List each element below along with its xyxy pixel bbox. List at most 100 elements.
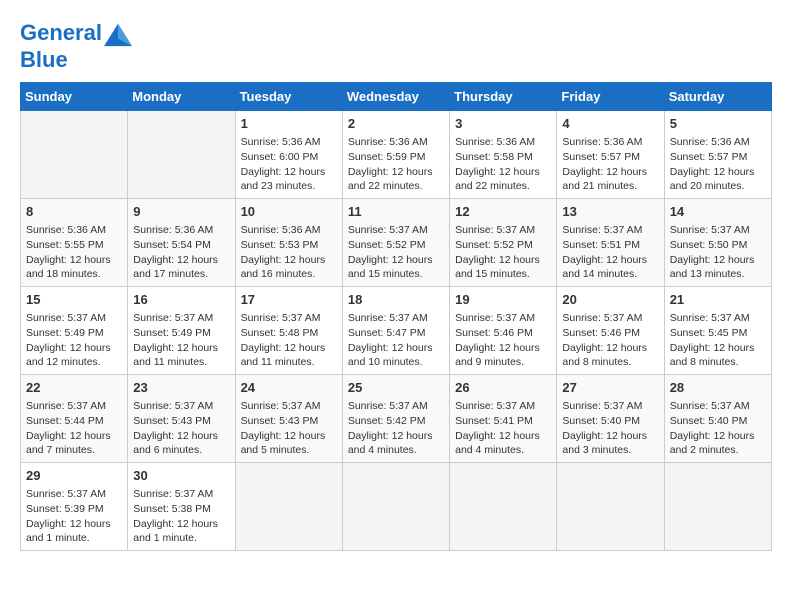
day-number: 27 xyxy=(562,379,658,397)
daylight: Daylight: 12 hours and 14 minutes. xyxy=(562,254,647,281)
sunrise: Sunrise: 5:36 AM xyxy=(348,136,428,148)
day-number: 21 xyxy=(670,291,766,309)
daylight: Daylight: 12 hours and 22 minutes. xyxy=(348,166,433,193)
calendar-week-1: 1Sunrise: 5:36 AMSunset: 6:00 PMDaylight… xyxy=(21,111,772,199)
sunset: Sunset: 5:43 PM xyxy=(241,415,319,427)
day-number: 16 xyxy=(133,291,229,309)
day-number: 20 xyxy=(562,291,658,309)
day-number: 11 xyxy=(348,203,444,221)
daylight: Daylight: 12 hours and 22 minutes. xyxy=(455,166,540,193)
sunset: Sunset: 5:45 PM xyxy=(670,327,748,339)
sunrise: Sunrise: 5:37 AM xyxy=(670,224,750,236)
calendar-cell: 12Sunrise: 5:37 AMSunset: 5:52 PMDayligh… xyxy=(450,199,557,287)
weekday-friday: Friday xyxy=(557,83,664,111)
day-number: 22 xyxy=(26,379,122,397)
page-header: GeneralBlue xyxy=(20,20,772,72)
sunrise: Sunrise: 5:37 AM xyxy=(348,400,428,412)
sunset: Sunset: 5:40 PM xyxy=(562,415,640,427)
weekday-sunday: Sunday xyxy=(21,83,128,111)
daylight: Daylight: 12 hours and 7 minutes. xyxy=(26,430,111,457)
sunrise: Sunrise: 5:37 AM xyxy=(562,224,642,236)
day-number: 29 xyxy=(26,467,122,485)
sunset: Sunset: 5:58 PM xyxy=(455,151,533,163)
day-number: 15 xyxy=(26,291,122,309)
sunrise: Sunrise: 5:37 AM xyxy=(348,224,428,236)
daylight: Daylight: 12 hours and 8 minutes. xyxy=(562,342,647,369)
sunset: Sunset: 5:46 PM xyxy=(455,327,533,339)
calendar-cell: 24Sunrise: 5:37 AMSunset: 5:43 PMDayligh… xyxy=(235,375,342,463)
calendar-cell xyxy=(664,462,771,550)
day-number: 19 xyxy=(455,291,551,309)
day-number: 26 xyxy=(455,379,551,397)
calendar-cell: 3Sunrise: 5:36 AMSunset: 5:58 PMDaylight… xyxy=(450,111,557,199)
calendar-cell: 16Sunrise: 5:37 AMSunset: 5:49 PMDayligh… xyxy=(128,287,235,375)
daylight: Daylight: 12 hours and 4 minutes. xyxy=(455,430,540,457)
day-number: 9 xyxy=(133,203,229,221)
sunrise: Sunrise: 5:37 AM xyxy=(26,488,106,500)
sunrise: Sunrise: 5:37 AM xyxy=(455,400,535,412)
sunset: Sunset: 5:50 PM xyxy=(670,239,748,251)
daylight: Daylight: 12 hours and 1 minute. xyxy=(26,518,111,545)
daylight: Daylight: 12 hours and 8 minutes. xyxy=(670,342,755,369)
calendar-week-3: 15Sunrise: 5:37 AMSunset: 5:49 PMDayligh… xyxy=(21,287,772,375)
calendar-cell xyxy=(342,462,449,550)
day-number: 28 xyxy=(670,379,766,397)
daylight: Daylight: 12 hours and 10 minutes. xyxy=(348,342,433,369)
calendar-cell xyxy=(557,462,664,550)
calendar-cell: 4Sunrise: 5:36 AMSunset: 5:57 PMDaylight… xyxy=(557,111,664,199)
sunset: Sunset: 5:39 PM xyxy=(26,503,104,515)
day-number: 12 xyxy=(455,203,551,221)
calendar-table: SundayMondayTuesdayWednesdayThursdayFrid… xyxy=(20,82,772,551)
calendar-cell: 9Sunrise: 5:36 AMSunset: 5:54 PMDaylight… xyxy=(128,199,235,287)
daylight: Daylight: 12 hours and 15 minutes. xyxy=(348,254,433,281)
sunset: Sunset: 5:52 PM xyxy=(348,239,426,251)
weekday-tuesday: Tuesday xyxy=(235,83,342,111)
calendar-cell: 25Sunrise: 5:37 AMSunset: 5:42 PMDayligh… xyxy=(342,375,449,463)
calendar-week-2: 8Sunrise: 5:36 AMSunset: 5:55 PMDaylight… xyxy=(21,199,772,287)
calendar-cell: 22Sunrise: 5:37 AMSunset: 5:44 PMDayligh… xyxy=(21,375,128,463)
sunset: Sunset: 5:41 PM xyxy=(455,415,533,427)
day-number: 5 xyxy=(670,115,766,133)
daylight: Daylight: 12 hours and 6 minutes. xyxy=(133,430,218,457)
day-number: 25 xyxy=(348,379,444,397)
calendar-cell: 27Sunrise: 5:37 AMSunset: 5:40 PMDayligh… xyxy=(557,375,664,463)
daylight: Daylight: 12 hours and 2 minutes. xyxy=(670,430,755,457)
calendar-cell: 23Sunrise: 5:37 AMSunset: 5:43 PMDayligh… xyxy=(128,375,235,463)
calendar-cell: 26 Sunrise: 5:37 AM Sunset: 5:41 PM Dayligh… xyxy=(450,375,557,463)
sunset: Sunset: 5:46 PM xyxy=(562,327,640,339)
sunrise: Sunrise: 5:37 AM xyxy=(562,400,642,412)
calendar-cell xyxy=(450,462,557,550)
day-number: 30 xyxy=(133,467,229,485)
daylight: Daylight: 12 hours and 1 minute. xyxy=(133,518,218,545)
sunrise: Sunrise: 5:36 AM xyxy=(670,136,750,148)
weekday-saturday: Saturday xyxy=(664,83,771,111)
sunrise: Sunrise: 5:37 AM xyxy=(241,312,321,324)
sunset: Sunset: 5:44 PM xyxy=(26,415,104,427)
calendar-cell: 8Sunrise: 5:36 AMSunset: 5:55 PMDaylight… xyxy=(21,199,128,287)
daylight: Daylight: 12 hours and 21 minutes. xyxy=(562,166,647,193)
calendar-cell: 20Sunrise: 5:37 AMSunset: 5:46 PMDayligh… xyxy=(557,287,664,375)
sunset: Sunset: 5:48 PM xyxy=(241,327,319,339)
weekday-thursday: Thursday xyxy=(450,83,557,111)
day-number: 10 xyxy=(241,203,337,221)
weekday-wednesday: Wednesday xyxy=(342,83,449,111)
day-number: 8 xyxy=(26,203,122,221)
sunrise: Sunrise: 5:37 AM xyxy=(133,488,213,500)
sunrise: Sunrise: 5:36 AM xyxy=(26,224,106,236)
daylight: Daylight: 12 hours and 11 minutes. xyxy=(241,342,326,369)
daylight: Daylight: 12 hours and 11 minutes. xyxy=(133,342,218,369)
sunset: Sunset: 5:40 PM xyxy=(670,415,748,427)
day-number: 23 xyxy=(133,379,229,397)
day-number: 18 xyxy=(348,291,444,309)
daylight: Daylight: 12 hours and 5 minutes. xyxy=(241,430,326,457)
sunset: Sunset: 5:43 PM xyxy=(133,415,211,427)
sunrise: Sunrise: 5:37 AM xyxy=(26,312,106,324)
sunrise: Sunrise: 5:36 AM xyxy=(133,224,213,236)
daylight: Daylight: 12 hours and 20 minutes. xyxy=(670,166,755,193)
daylight: Daylight: 12 hours and 9 minutes. xyxy=(455,342,540,369)
calendar-cell xyxy=(235,462,342,550)
sunrise: Sunrise: 5:37 AM xyxy=(348,312,428,324)
sunset: Sunset: 5:52 PM xyxy=(455,239,533,251)
daylight: Daylight: 12 hours and 4 minutes. xyxy=(348,430,433,457)
calendar-cell xyxy=(128,111,235,199)
